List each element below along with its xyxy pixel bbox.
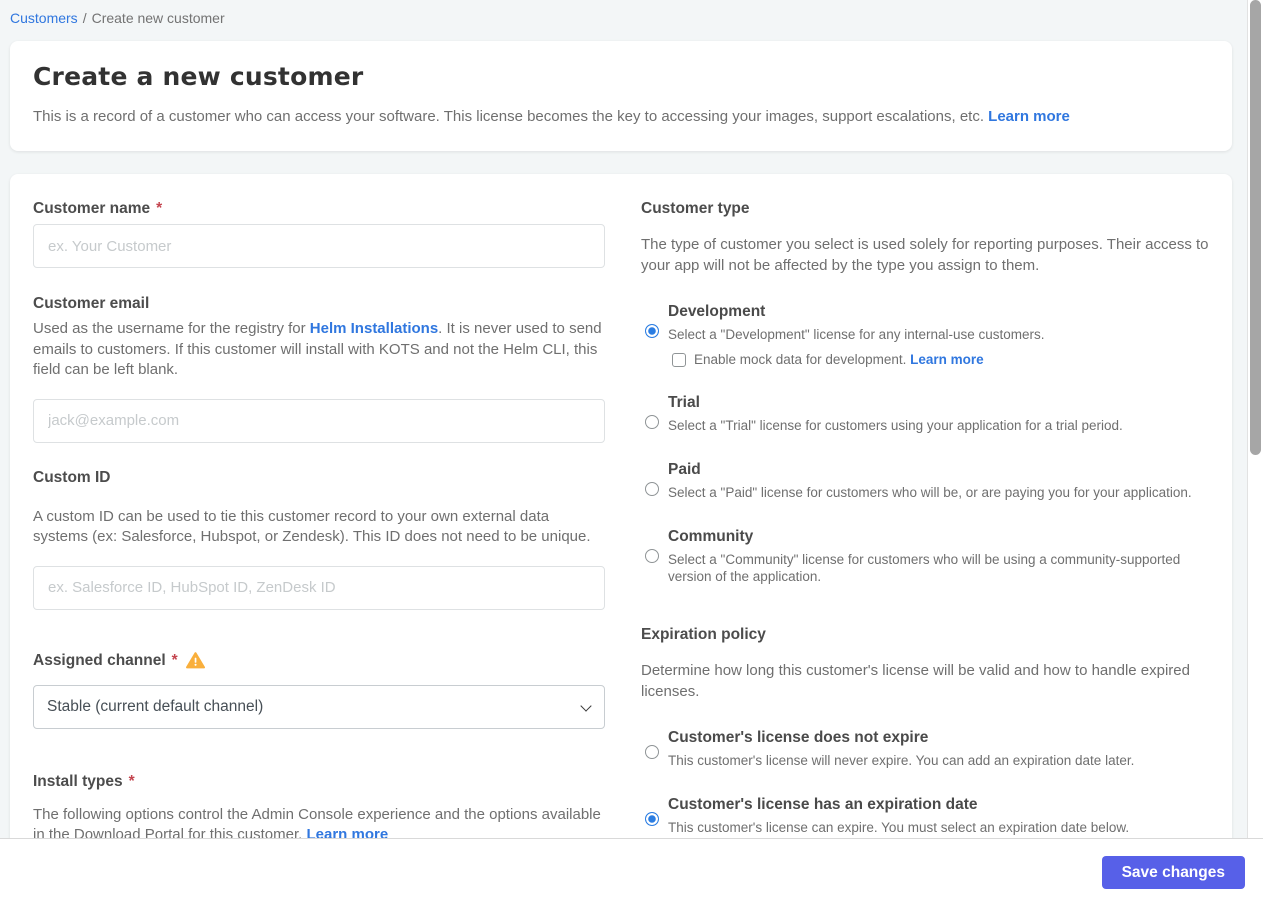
has-expiration-description: This customer's license can expire. You … <box>668 820 1130 835</box>
mock-data-learn-more-link[interactable]: Learn more <box>910 352 984 367</box>
assigned-channel-select[interactable]: Stable (current default channel) <box>33 684 605 729</box>
no-expire-description: This customer's license will never expir… <box>668 753 1135 768</box>
expiration-option-no-expire: Customer's license does not expire This … <box>641 729 1213 769</box>
custom-id-input[interactable] <box>33 565 605 610</box>
expiration-policy-label: Expiration policy <box>641 626 766 643</box>
trial-description: Select a "Trial" license for customers u… <box>668 418 1123 433</box>
customer-type-option-paid: Paid Select a "Paid" license for custome… <box>641 461 1213 501</box>
customer-email-input[interactable] <box>33 398 605 443</box>
customer-type-description: The type of customer you select is used … <box>641 236 1209 274</box>
customer-email-label: Customer email <box>33 295 605 313</box>
paid-title: Paid <box>668 461 701 478</box>
page-title: Create a new customer <box>33 62 364 91</box>
community-title: Community <box>668 528 754 545</box>
required-asterisk: * <box>128 772 135 790</box>
has-expiration-title: Customer's license has an expiration dat… <box>668 796 978 813</box>
customer-type-option-community: Community Select a "Community" license f… <box>641 528 1213 585</box>
warning-triangle-icon <box>185 652 205 669</box>
development-radio[interactable] <box>645 324 659 338</box>
expiration-policy-description: Determine how long this customer's licen… <box>641 662 1190 700</box>
install-types-label-text: Install types <box>33 772 123 790</box>
assigned-channel-label-text: Assigned channel <box>33 651 166 669</box>
trial-radio[interactable] <box>645 415 659 429</box>
has-expiration-option-body: Customer's license has an expiration dat… <box>668 796 1213 836</box>
header-description-text: This is a record of a customer who can a… <box>33 108 984 125</box>
header-learn-more-link[interactable]: Learn more <box>988 108 1070 125</box>
customer-type-option-trial: Trial Select a "Trial" license for custo… <box>641 394 1213 434</box>
helm-installations-link[interactable]: Helm Installations <box>310 320 438 337</box>
trial-title: Trial <box>668 394 700 411</box>
header-card: Create a new customer This is a record o… <box>10 41 1232 151</box>
breadcrumb-customers-link[interactable]: Customers <box>10 10 78 26</box>
mock-data-checkbox[interactable] <box>672 352 686 367</box>
vertical-scrollbar-thumb[interactable] <box>1250 0 1261 455</box>
header-description: This is a record of a customer who can a… <box>33 107 1209 127</box>
has-expiration-radio[interactable] <box>645 812 659 826</box>
customer-name-label: Customer name * <box>33 200 605 218</box>
customer-email-desc-pre: Used as the username for the registry fo… <box>33 320 310 337</box>
breadcrumb-current: Create new customer <box>91 10 225 26</box>
customer-name-label-text: Customer name <box>33 200 151 217</box>
required-asterisk: * <box>156 200 163 217</box>
customer-type-option-development: Development Select a "Development" licen… <box>641 303 1213 367</box>
mock-data-checkbox-label: Enable mock data for development. Learn … <box>694 352 984 367</box>
breadcrumb-separator: / <box>82 10 87 26</box>
customer-form-card: Customer name * Customer email Used as t… <box>10 174 1232 886</box>
mock-data-checkbox-row: Enable mock data for development. Learn … <box>672 352 1213 367</box>
mock-data-label-text: Enable mock data for development. <box>694 352 907 367</box>
breadcrumb: Customers / Create new customer <box>10 0 1232 26</box>
expiration-option-has-date: Customer's license has an expiration dat… <box>641 796 1213 836</box>
no-expire-title: Customer's license does not expire <box>668 729 929 746</box>
form-right-column: Customer type The type of customer you s… <box>641 200 1213 846</box>
paid-option-body: Paid Select a "Paid" license for custome… <box>668 461 1213 501</box>
development-option-body: Development Select a "Development" licen… <box>668 303 1213 367</box>
form-left-column: Customer name * Customer email Used as t… <box>33 200 605 846</box>
customer-email-description: Used as the username for the registry fo… <box>33 319 605 381</box>
trial-option-body: Trial Select a "Trial" license for custo… <box>668 394 1213 434</box>
page: Customers / Create new customer Create a n… <box>10 0 1232 886</box>
custom-id-label-text: Custom ID <box>33 468 111 486</box>
sticky-footer: Save changes <box>0 838 1263 905</box>
development-title: Development <box>668 303 766 320</box>
paid-radio[interactable] <box>645 482 659 496</box>
no-expire-option-body: Customer's license does not expire This … <box>668 729 1213 769</box>
vertical-scrollbar-track[interactable] <box>1247 0 1263 838</box>
assigned-channel-select-wrap: Stable (current default channel) <box>33 684 605 729</box>
custom-id-label: Custom ID <box>33 469 605 487</box>
custom-id-description: A custom ID can be used to tie this cust… <box>33 507 591 546</box>
required-asterisk: * <box>171 651 178 669</box>
development-description: Select a "Development" license for any i… <box>668 327 1045 342</box>
community-radio[interactable] <box>645 549 659 563</box>
save-changes-button[interactable]: Save changes <box>1101 856 1245 889</box>
community-option-body: Community Select a "Community" license f… <box>668 528 1213 585</box>
assigned-channel-label: Assigned channel * <box>33 652 605 670</box>
no-expire-radio[interactable] <box>645 745 659 759</box>
paid-description: Select a "Paid" license for customers wh… <box>668 485 1192 500</box>
customer-email-label-text: Customer email <box>33 295 150 312</box>
customer-name-input[interactable] <box>33 224 605 268</box>
community-description: Select a "Community" license for custome… <box>668 552 1181 584</box>
customer-type-label: Customer type <box>641 200 750 217</box>
install-types-label: Install types * <box>33 773 605 791</box>
